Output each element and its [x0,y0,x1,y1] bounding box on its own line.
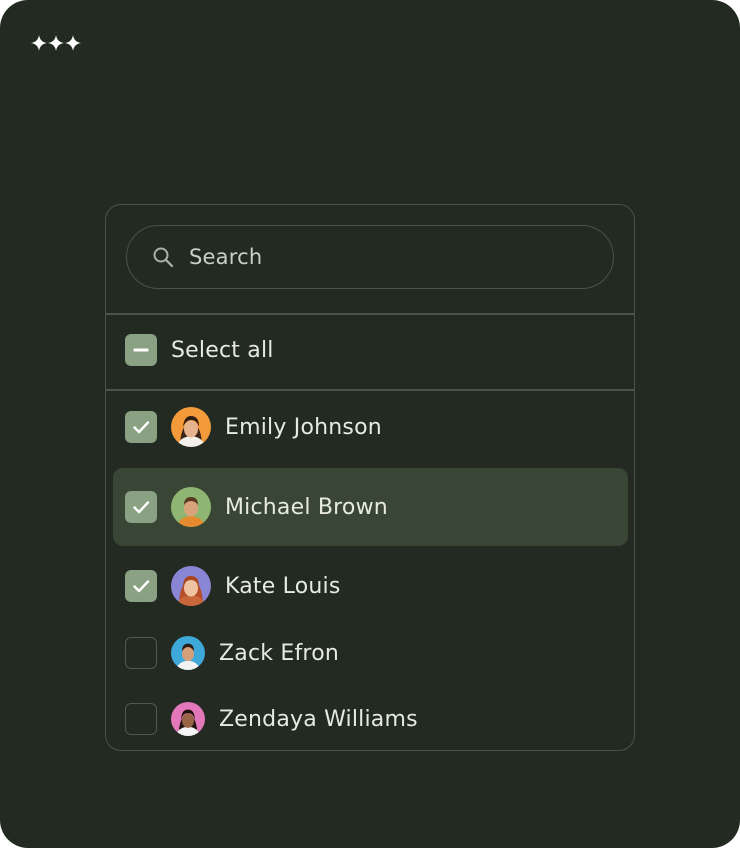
person-name: Zack Efron [219,640,339,666]
search-icon [151,245,175,269]
select-all-label: Select all [171,337,274,363]
list-item[interactable]: Zendaya Williams [125,702,653,736]
list-item[interactable]: Zack Efron [125,636,653,670]
person-name: Michael Brown [225,494,388,520]
sparkle-logo-icon [31,35,81,51]
person-name: Kate Louis [225,573,341,599]
app-frame: Search Select all Emily Johnson Michael … [0,0,740,848]
select-all-row[interactable]: Select all [125,334,653,366]
person-name: Emily Johnson [225,414,382,440]
search-placeholder: Search [189,245,263,269]
avatar [171,702,205,736]
list-item[interactable]: Emily Johnson [125,407,653,447]
list-item[interactable]: Kate Louis [125,566,653,606]
avatar [171,407,211,447]
checkbox-unchecked[interactable] [125,703,157,735]
avatar [171,636,205,670]
person-name: Zendaya Williams [219,706,418,732]
checkbox-checked[interactable] [125,570,157,602]
search-input[interactable]: Search [126,225,614,289]
divider [106,313,634,315]
list-item[interactable]: Michael Brown [125,487,653,527]
checkbox-checked[interactable] [125,491,157,523]
checkbox-checked[interactable] [125,411,157,443]
checkbox-unchecked[interactable] [125,637,157,669]
multi-select-panel: Search Select all Emily Johnson Michael … [105,204,635,751]
select-all-checkbox[interactable] [125,334,157,366]
avatar [171,487,211,527]
divider [106,389,634,391]
avatar [171,566,211,606]
